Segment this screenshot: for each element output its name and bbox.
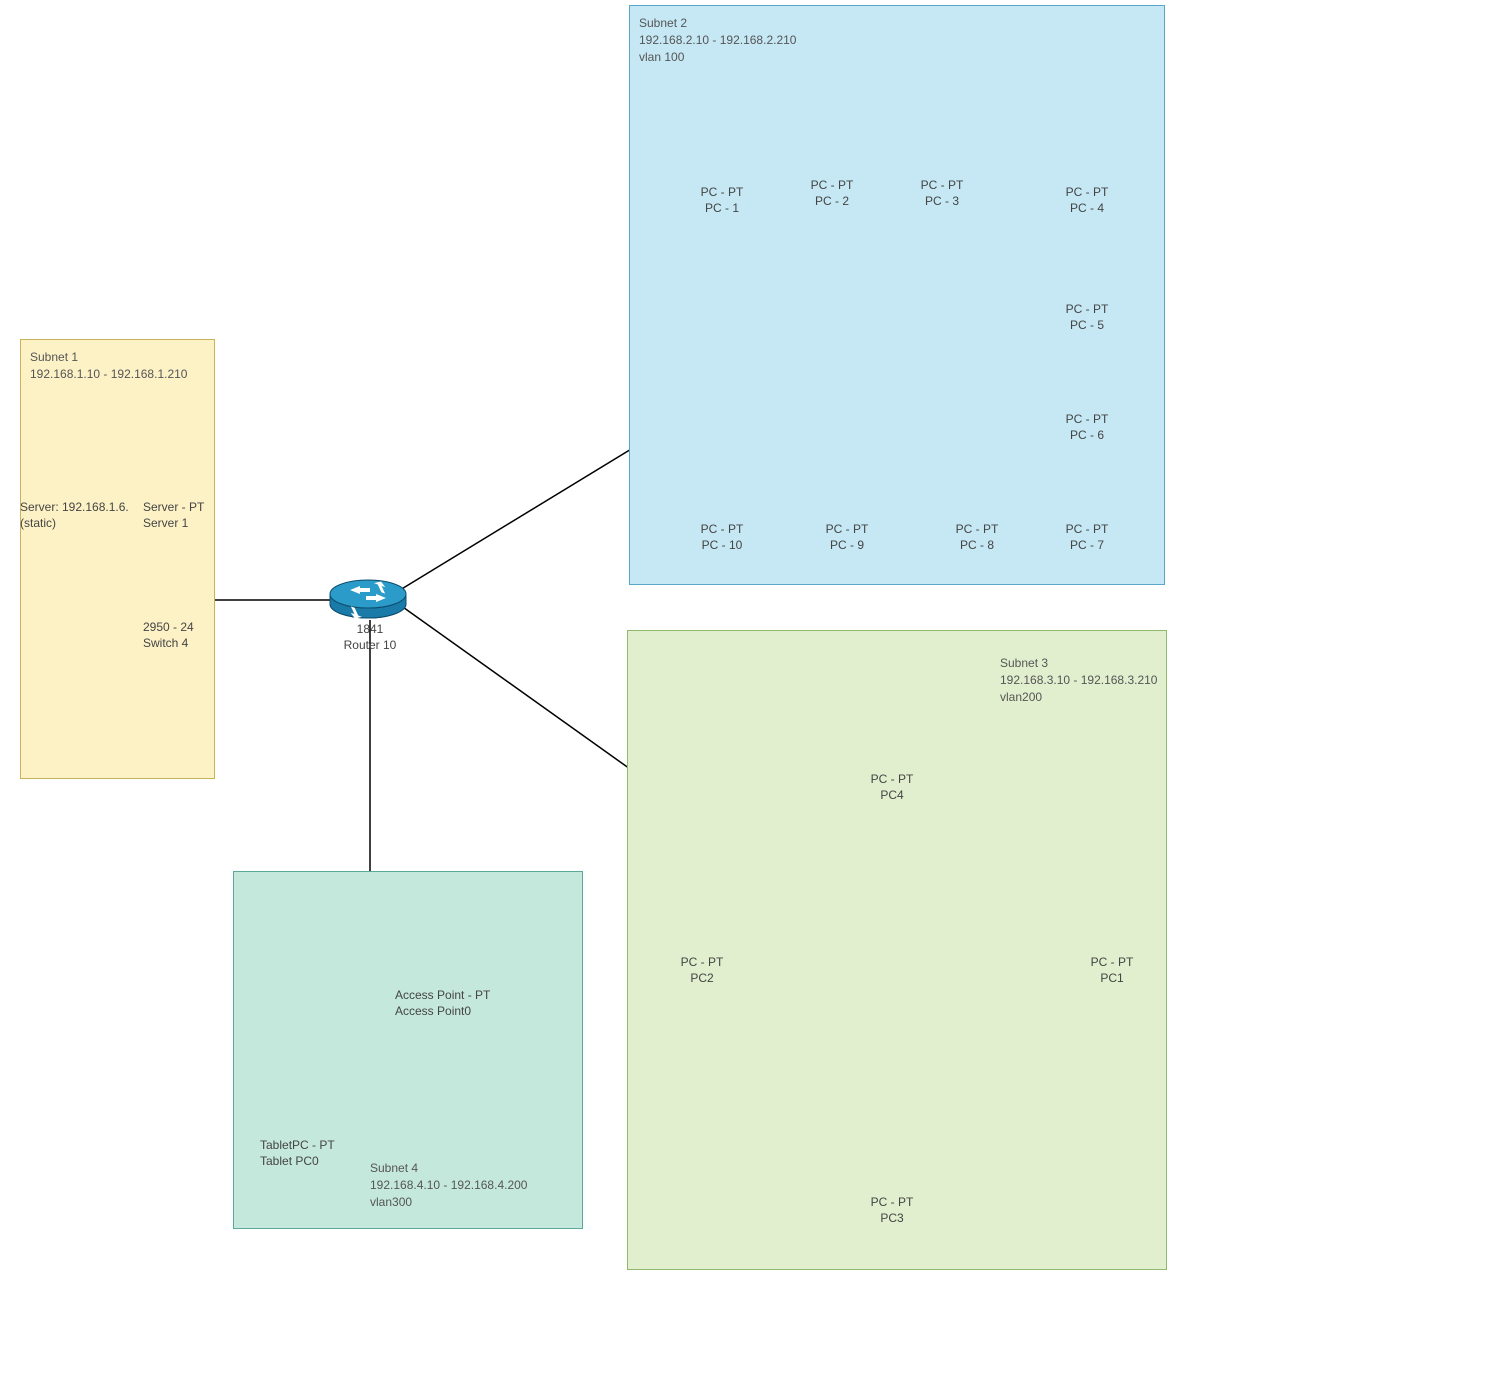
pc5-label: PC - PTPC - 5 bbox=[1062, 302, 1112, 333]
pc1-label: PC - PTPC - 1 bbox=[697, 185, 747, 216]
switch4-label: 2950 - 24 Switch 4 bbox=[143, 620, 194, 651]
ap-label: Access Point - PT Access Point0 bbox=[395, 988, 490, 1019]
subnet3-label: Subnet 3 192.168.3.10 - 192.168.3.210 vl… bbox=[1000, 655, 1157, 705]
pc9-label: PC - PTPC - 9 bbox=[822, 522, 872, 553]
subnet1-label: Subnet 1 192.168.1.10 - 192.168.1.210 bbox=[30, 349, 187, 383]
subnet3-box bbox=[627, 630, 1167, 1270]
subnet2-box bbox=[629, 5, 1165, 585]
pc2-label: PC - PTPC - 2 bbox=[807, 178, 857, 209]
pc10-label: PC - PTPC - 10 bbox=[695, 522, 749, 553]
pc7-label: PC - PTPC - 7 bbox=[1062, 522, 1112, 553]
tablet-label: TabletPC - PT Tablet PC0 bbox=[260, 1138, 335, 1169]
subnet1-box bbox=[20, 339, 215, 779]
server-label: Server - PT Server 1 bbox=[143, 500, 204, 531]
s3-pc1-label: PC - PTPC1 bbox=[1087, 955, 1137, 986]
router-icon bbox=[330, 579, 406, 620]
pc6-label: PC - PTPC - 6 bbox=[1062, 412, 1112, 443]
s3-pc3-label: PC - PTPC3 bbox=[867, 1195, 917, 1226]
server-info: Server: 192.168.1.6. (static) bbox=[20, 500, 129, 531]
pc8-label: PC - PTPC - 8 bbox=[952, 522, 1002, 553]
subnet1-range: 192.168.1.10 - 192.168.1.210 bbox=[30, 367, 187, 381]
s3-pc2-label: PC - PTPC2 bbox=[677, 955, 727, 986]
subnet1-title: Subnet 1 bbox=[30, 350, 78, 364]
s3-pc4-label: PC - PTPC4 bbox=[867, 772, 917, 803]
subnet2-label: Subnet 2 192.168.2.10 - 192.168.2.210 vl… bbox=[639, 15, 796, 65]
subnet4-label: Subnet 4 192.168.4.10 - 192.168.4.200 vl… bbox=[370, 1160, 527, 1210]
pc3-label: PC - PTPC - 3 bbox=[917, 178, 967, 209]
pc4-label: PC - PTPC - 4 bbox=[1062, 185, 1112, 216]
router-label: 1841 Router 10 bbox=[335, 622, 405, 653]
network-diagram: Subnet 1 192.168.1.10 - 192.168.1.210 Se… bbox=[0, 0, 1485, 1388]
